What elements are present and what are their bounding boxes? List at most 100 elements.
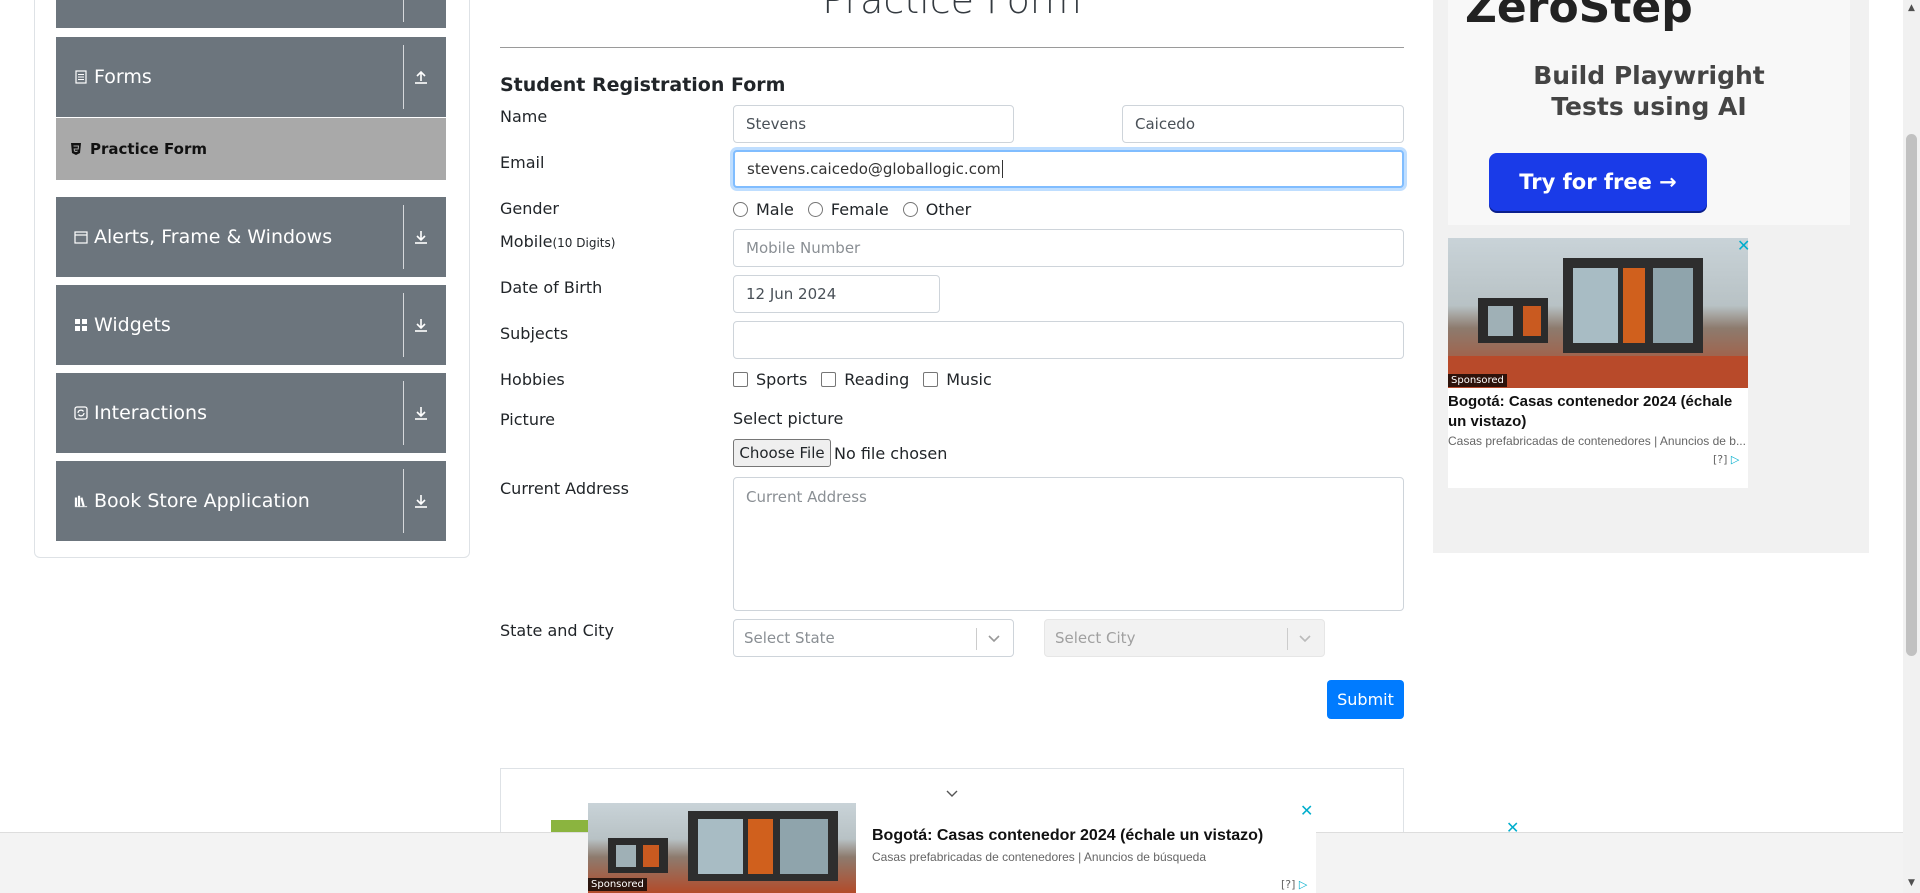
select-picture-label: Select picture: [733, 409, 844, 428]
picture-label: Picture: [500, 410, 556, 429]
checkbox[interactable]: [733, 372, 748, 387]
state-select[interactable]: Select State: [733, 619, 1014, 657]
last-name-input[interactable]: Caicedo: [1122, 105, 1404, 143]
gender-other[interactable]: Other: [902, 200, 972, 219]
upload-icon[interactable]: [404, 37, 438, 117]
ad-title[interactable]: Bogotá: Casas contenedor 2024 (échale un…: [872, 827, 1263, 845]
adchoices-icon: ▷: [1298, 878, 1308, 891]
divider: [500, 47, 1404, 48]
text-cursor: [1001, 160, 1003, 178]
sidebar-group-forms[interactable]: Forms: [56, 37, 446, 117]
page-title: Practice Form: [822, 0, 1082, 22]
hobbies-label: Hobbies: [500, 370, 565, 389]
hobby-reading[interactable]: Reading: [821, 370, 909, 389]
mobile-label: Mobile(10 Digits): [500, 232, 615, 251]
option-label: Other: [925, 200, 972, 219]
radio-button[interactable]: [807, 202, 823, 217]
chevron-down-icon[interactable]: [1296, 629, 1314, 647]
gender-options: Male Female Other: [733, 200, 985, 219]
option-label: Sports: [756, 370, 808, 389]
download-icon[interactable]: [404, 285, 438, 365]
sponsored-badge: Sponsored: [588, 878, 647, 891]
headline-line: Tests using AI: [1551, 92, 1747, 121]
gender-label: Gender: [500, 199, 559, 218]
name-label: Name: [500, 107, 548, 126]
mobile-hint: (10 Digits): [552, 236, 616, 250]
email-input[interactable]: stevens.caicedo@globallogic.com: [733, 150, 1404, 188]
separator: [1287, 628, 1288, 650]
separator: [976, 628, 977, 650]
info-text: [?]: [1713, 453, 1728, 466]
email-label: Email: [500, 153, 545, 172]
scroll-up-icon[interactable]: ▲: [1906, 3, 1917, 14]
submit-button[interactable]: Submit: [1327, 680, 1404, 719]
sidebar-item-label: Practice Form: [90, 140, 207, 158]
option-label: Reading: [844, 370, 910, 389]
try-for-free-button[interactable]: Try for free →: [1489, 153, 1707, 211]
choose-file-button[interactable]: Choose File: [733, 439, 831, 467]
mobile-input[interactable]: Mobile Number: [733, 229, 1404, 267]
ad-title[interactable]: Bogotá: Casas contenedor 2024 (échale un…: [1448, 392, 1748, 432]
interactions-icon: [74, 406, 88, 420]
sidebar-group-interactions[interactable]: Interactions: [56, 373, 446, 453]
zerostep-headline: Build Playwright Tests using AI: [1448, 60, 1850, 122]
scroll-down-icon[interactable]: ▼: [1906, 878, 1917, 889]
sidebar-group-label: Alerts, Frame & Windows: [94, 226, 333, 248]
radio-button[interactable]: [733, 202, 748, 217]
document-icon: [74, 70, 88, 84]
separator: [403, 0, 404, 22]
ad-info-link[interactable]: [?] ▷: [1281, 878, 1307, 891]
city-placeholder: Select City: [1055, 629, 1136, 647]
html-icon: [70, 142, 82, 156]
city-select[interactable]: Select City: [1044, 619, 1325, 657]
sidebar-group-book-store[interactable]: Book Store Application: [56, 461, 446, 541]
dob-label: Date of Birth: [500, 278, 603, 297]
ad-description: Casas prefabricadas de contenedores | An…: [872, 850, 1207, 864]
radio-button[interactable]: [902, 202, 918, 217]
address-label: Current Address: [500, 479, 629, 498]
gender-female[interactable]: Female: [807, 200, 889, 219]
option-label: Male: [756, 200, 794, 219]
ad-info-link[interactable]: [?] ▷: [1713, 453, 1739, 466]
sidebar-group-widgets[interactable]: Widgets: [56, 285, 446, 365]
form-title: Student Registration Form: [500, 74, 786, 96]
widgets-icon: [74, 318, 88, 332]
gender-male[interactable]: Male: [733, 200, 794, 219]
ad-description: Casas prefabricadas de contenedores | An…: [1448, 434, 1746, 448]
state-city-label: State and City: [500, 621, 614, 640]
first-name-input[interactable]: Stevens: [733, 105, 1014, 143]
download-icon[interactable]: [404, 461, 438, 541]
sidebar-item-practice-form[interactable]: Practice Form: [56, 118, 446, 180]
adchoices-icon: ▷: [1730, 453, 1740, 466]
dob-input[interactable]: 12 Jun 2024: [733, 275, 940, 313]
file-status: No file chosen: [834, 444, 948, 463]
chevron-down-icon[interactable]: [985, 629, 1003, 647]
state-placeholder: Select State: [744, 629, 835, 647]
headline-line: Build Playwright: [1533, 61, 1765, 90]
email-value: stevens.caicedo@globallogic.com: [747, 160, 1001, 178]
subjects-label: Subjects: [500, 324, 569, 343]
close-icon[interactable]: ✕: [1300, 801, 1313, 820]
checkbox[interactable]: [923, 372, 939, 387]
thumbnail-edge: [551, 820, 588, 832]
window-icon: [74, 230, 88, 244]
hobby-music[interactable]: Music: [923, 370, 992, 389]
option-label: Music: [946, 370, 992, 389]
subjects-input[interactable]: [733, 321, 1404, 359]
sidebar-group-alerts[interactable]: Alerts, Frame & Windows: [56, 197, 446, 277]
sidebar-group-elements[interactable]: [56, 0, 446, 28]
checkbox[interactable]: [821, 372, 837, 387]
books-icon: [74, 494, 88, 508]
download-icon[interactable]: [404, 373, 438, 453]
sidebar-group-label: Book Store Application: [94, 490, 310, 512]
sidebar-group-label: Forms: [94, 66, 152, 88]
address-textarea[interactable]: Current Address: [733, 477, 1404, 611]
chevron-down-icon[interactable]: [945, 789, 959, 799]
scrollbar-thumb[interactable]: [1906, 134, 1917, 656]
close-icon[interactable]: ✕: [1737, 236, 1750, 255]
sidebar-group-label: Widgets: [94, 314, 171, 336]
close-icon[interactable]: ✕: [1506, 818, 1519, 837]
hobby-sports[interactable]: Sports: [733, 370, 807, 389]
container-house-image[interactable]: [1448, 238, 1748, 388]
download-icon[interactable]: [404, 197, 438, 277]
